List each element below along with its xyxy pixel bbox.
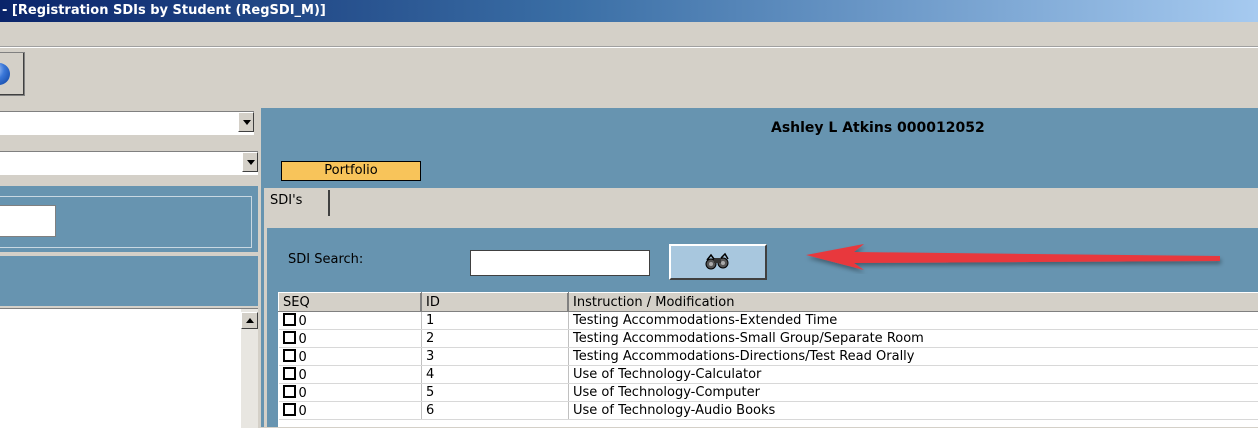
blue-orb-icon — [0, 63, 10, 85]
grid-header-row: SEQ ID Instruction / Modification — [279, 293, 1258, 312]
scroll-up-icon[interactable] — [241, 312, 258, 329]
sdi-grid[interactable]: SEQ ID Instruction / Modification 0 1 Te… — [278, 292, 1258, 427]
id-cell: 6 — [422, 402, 569, 420]
left-pane — [0, 108, 258, 427]
seq-cell[interactable]: 0 — [279, 330, 422, 348]
tab-sdis[interactable]: SDI's — [264, 190, 330, 216]
binoculars-icon — [703, 252, 733, 272]
instruction-cell: Testing Accommodations-Small Group/Separ… — [569, 330, 1258, 348]
seq-value: 0 — [299, 368, 307, 383]
column-header-instruction[interactable]: Instruction / Modification — [569, 293, 1258, 312]
instruction-cell: Use of Technology-Computer — [569, 384, 1258, 402]
seq-value: 0 — [299, 404, 307, 419]
sdi-search-input[interactable] — [470, 250, 650, 276]
seq-value: 0 — [299, 314, 307, 329]
sdi-search-label: SDI Search: — [288, 252, 363, 267]
id-cell: 3 — [422, 348, 569, 366]
row-checkbox[interactable] — [283, 313, 296, 326]
table-row[interactable]: 0 1 Testing Accommodations-Extended Time — [279, 312, 1258, 330]
id-cell: 5 — [422, 384, 569, 402]
left-info-panel — [0, 256, 258, 306]
id-cell: 4 — [422, 366, 569, 384]
portfolio-button[interactable]: Portfolio — [281, 161, 421, 181]
instruction-cell: Use of Technology-Calculator — [569, 366, 1258, 384]
menu-bar — [0, 22, 1258, 47]
seq-cell[interactable]: 0 — [279, 348, 422, 366]
table-row[interactable]: 0 6 Use of Technology-Audio Books — [279, 402, 1258, 420]
annotation-arrow — [802, 244, 1227, 274]
row-checkbox[interactable] — [283, 331, 296, 344]
seq-cell[interactable]: 0 — [279, 402, 422, 420]
toolbar-button[interactable] — [0, 52, 25, 96]
chevron-down-icon[interactable] — [242, 152, 258, 172]
student-list[interactable] — [0, 308, 258, 428]
right-pane: Ashley L Atkins 000012052 Portfolio SDI'… — [258, 108, 1258, 427]
instruction-cell: Use of Technology-Audio Books — [569, 402, 1258, 420]
chevron-down-icon[interactable] — [238, 112, 254, 132]
row-checkbox[interactable] — [283, 349, 296, 362]
table-row[interactable]: 0 2 Testing Accommodations-Small Group/S… — [279, 330, 1258, 348]
sdi-panel: SDI Search: — [267, 228, 1258, 427]
tab-strip: SDI's — [264, 188, 1258, 216]
find-button[interactable] — [669, 244, 767, 280]
column-header-id[interactable]: ID — [422, 293, 569, 312]
vertical-scrollbar[interactable] — [241, 309, 258, 428]
id-cell: 1 — [422, 312, 569, 330]
student-name-header: Ashley L Atkins 000012052 — [771, 120, 985, 136]
filter-combo-1[interactable] — [0, 111, 254, 135]
left-filter-input[interactable] — [0, 205, 56, 237]
id-cell: 2 — [422, 330, 569, 348]
row-checkbox[interactable] — [283, 367, 296, 380]
seq-cell[interactable]: 0 — [279, 366, 422, 384]
table-row[interactable]: 0 4 Use of Technology-Calculator — [279, 366, 1258, 384]
tab-body: SDI Search: — [264, 216, 1258, 427]
column-header-seq[interactable]: SEQ — [279, 293, 422, 312]
seq-cell[interactable]: 0 — [279, 384, 422, 402]
instruction-cell: Testing Accommodations-Directions/Test R… — [569, 348, 1258, 366]
seq-value: 0 — [299, 332, 307, 347]
seq-cell[interactable]: 0 — [279, 312, 422, 330]
window-title-bar: - [Registration SDIs by Student (RegSDI_… — [0, 0, 1258, 22]
row-checkbox[interactable] — [283, 385, 296, 398]
filter-combo-2[interactable] — [0, 151, 258, 175]
seq-value: 0 — [299, 386, 307, 401]
row-checkbox[interactable] — [283, 403, 296, 416]
table-row[interactable]: 0 3 Testing Accommodations-Directions/Te… — [279, 348, 1258, 366]
table-row[interactable]: 0 5 Use of Technology-Computer — [279, 384, 1258, 402]
seq-value: 0 — [299, 350, 307, 365]
instruction-cell: Testing Accommodations-Extended Time — [569, 312, 1258, 330]
toolbar — [0, 47, 1258, 99]
window-title: - [Registration SDIs by Student (RegSDI_… — [2, 3, 326, 18]
